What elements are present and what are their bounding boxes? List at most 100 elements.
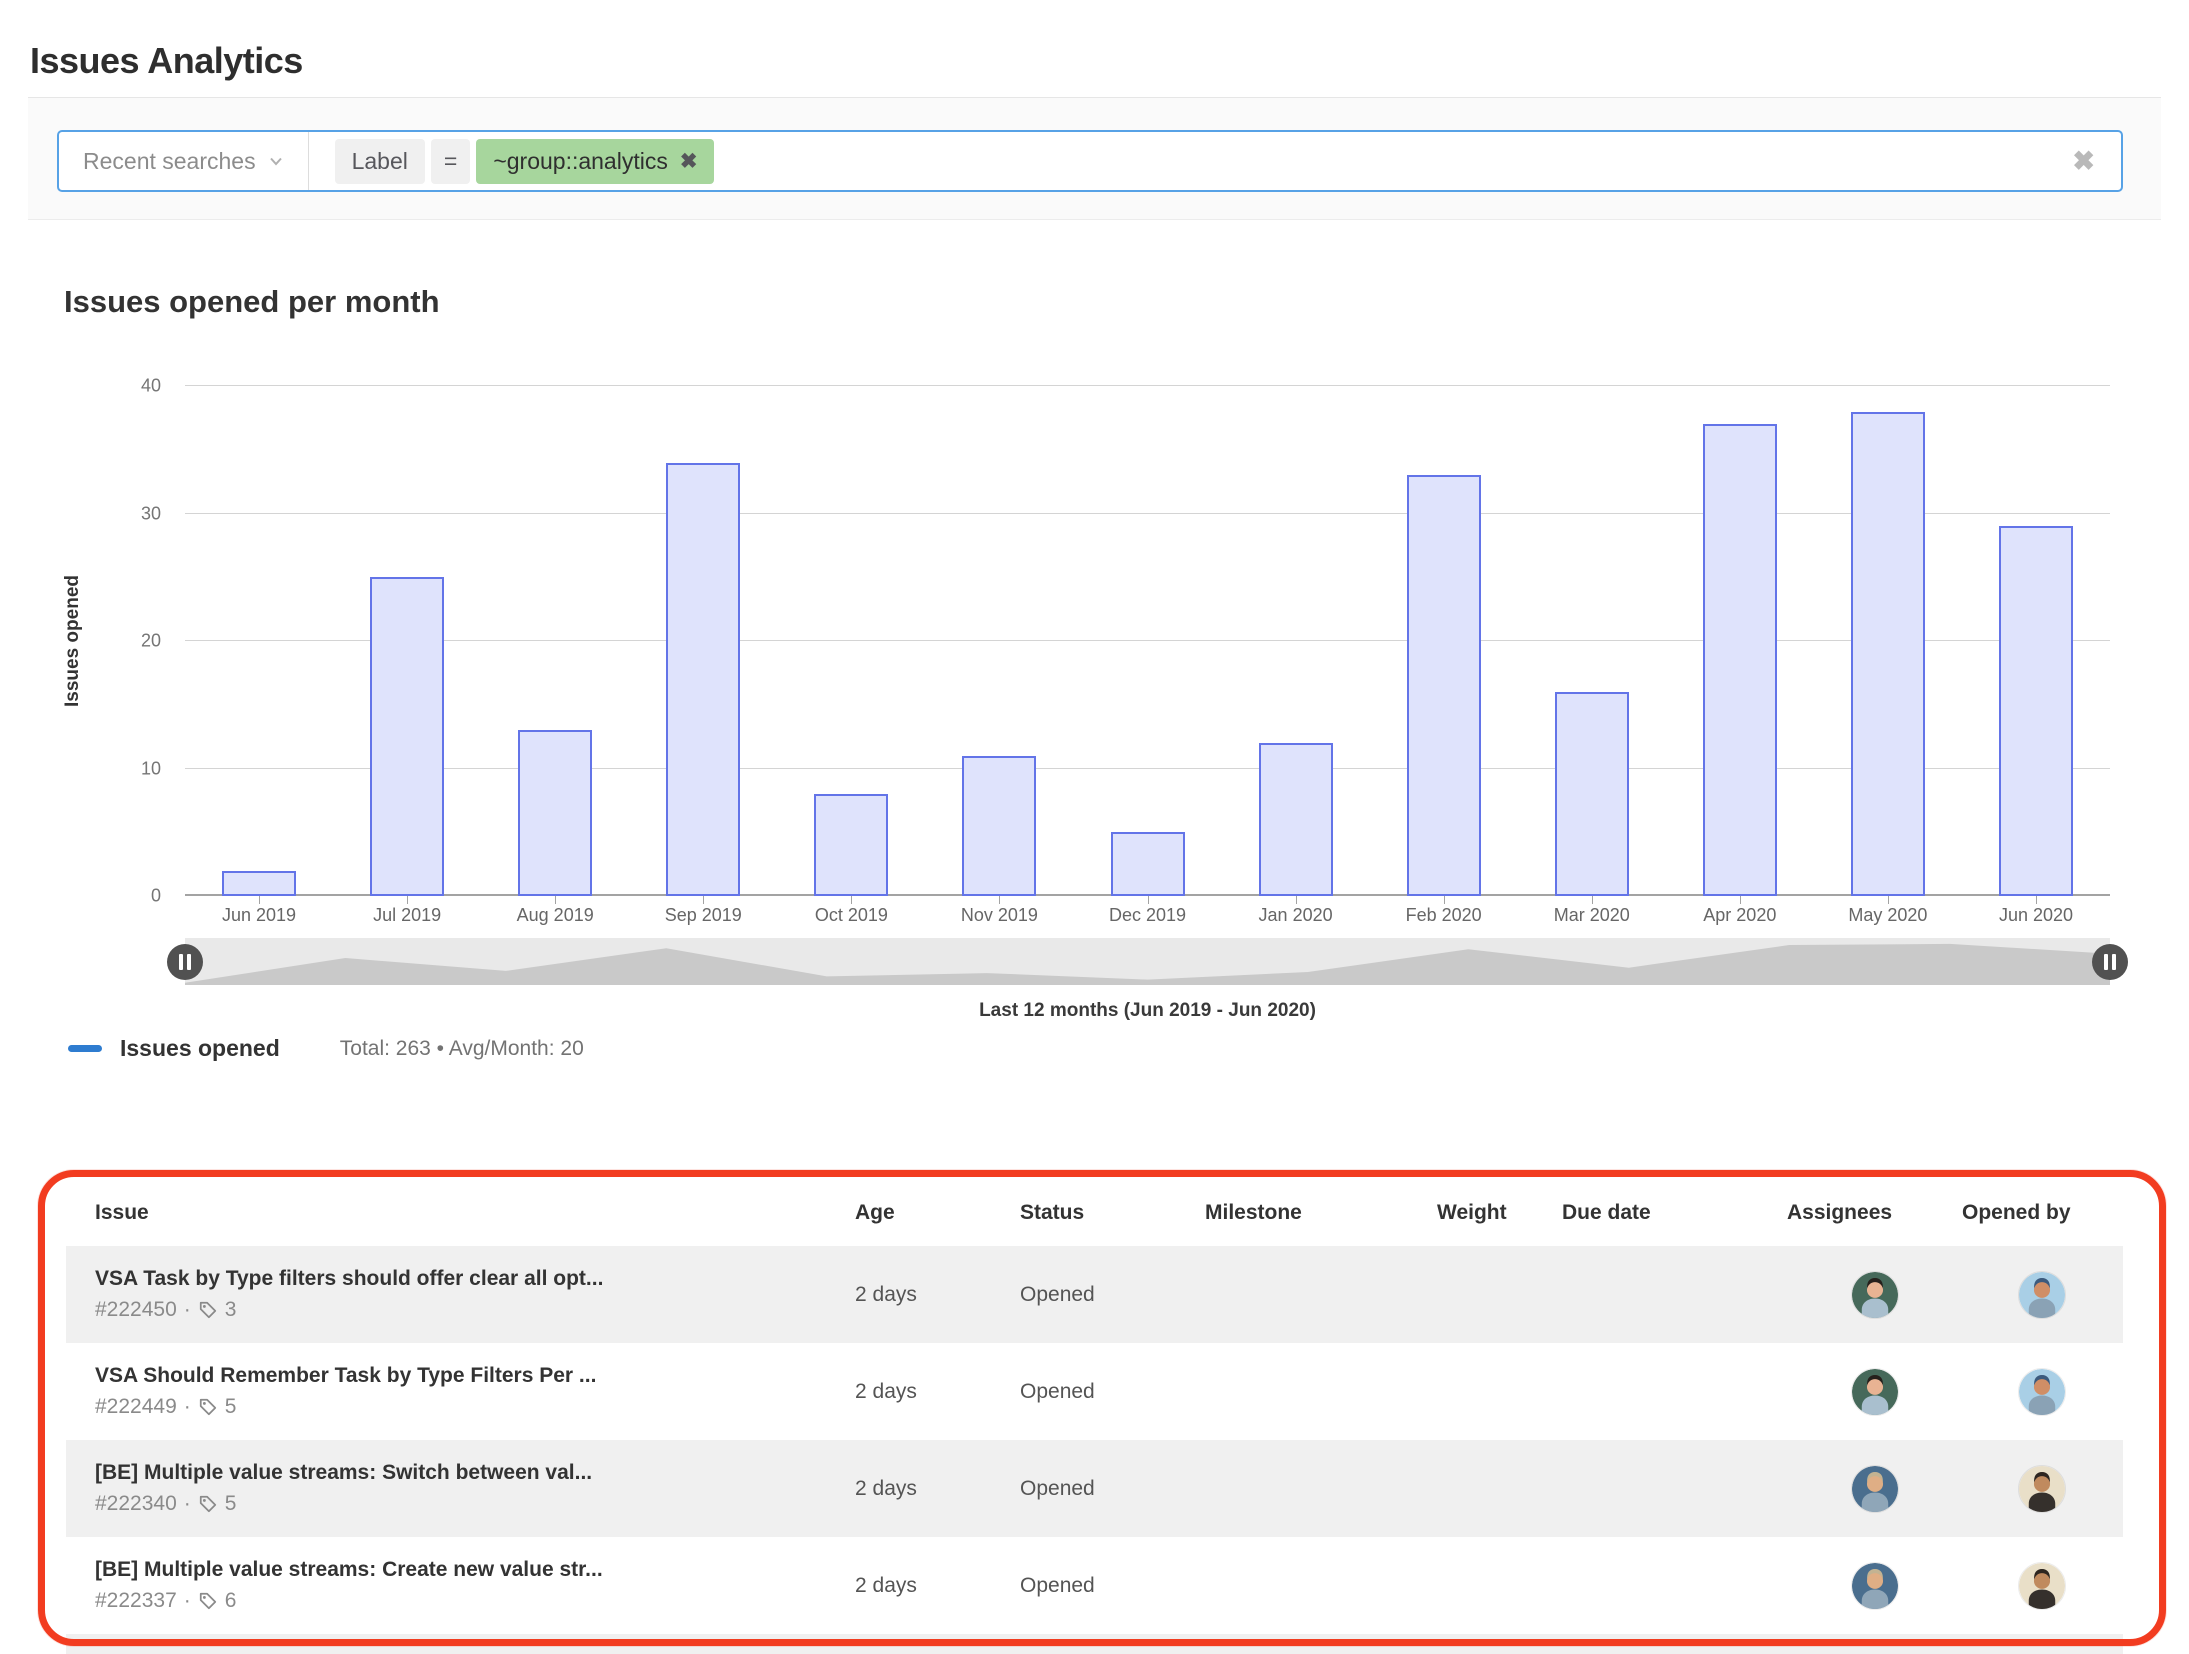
assignee-avatar[interactable]	[1851, 1561, 1899, 1610]
bar-slot	[481, 386, 629, 904]
table-header: Issue Age Status Milestone Weight Due da…	[66, 1180, 2123, 1246]
legend-summary: Total: 263 • Avg/Month: 20	[339, 1036, 584, 1060]
x-tick-label: Jul 2019	[373, 905, 442, 925]
col-status: Status	[1020, 1201, 1085, 1224]
col-opened-by: Opened by	[1962, 1201, 2071, 1224]
bar-oct-2019[interactable]	[814, 794, 889, 896]
x-axis-labels: Jun 2019 Jul 2019 Aug 2019 Sep 2019 Oct 2019…	[185, 905, 2110, 926]
filtered-search-bar[interactable]: Recent searches Label = ~group::analytic…	[57, 130, 2123, 192]
label-tag-icon	[199, 1301, 216, 1319]
issue-title-link[interactable]: [BE] Multiple value streams: Create new …	[95, 1558, 826, 1582]
assignee-avatar[interactable]	[1851, 1464, 1899, 1513]
remove-token-icon[interactable]: ✖	[680, 149, 698, 174]
x-tick-label: Jun 2019	[222, 905, 297, 925]
x-tick	[1295, 896, 1297, 904]
issue-meta: #222450 · 3	[95, 1298, 826, 1322]
meta-separator: ·	[183, 1298, 191, 1321]
col-due-date: Due date	[1562, 1201, 1651, 1224]
slider-right-handle[interactable]	[2092, 943, 2128, 980]
bars-container	[185, 386, 2110, 904]
bar-jun-2020[interactable]	[1998, 526, 2073, 896]
x-tick	[407, 896, 409, 904]
label-count: 3	[224, 1298, 237, 1321]
bar-apr-2020[interactable]	[1702, 424, 1777, 896]
x-tick-label: Apr 2020	[1703, 905, 1777, 925]
col-age: Age	[855, 1201, 895, 1224]
x-tick-label: Nov 2019	[960, 905, 1038, 925]
opened-by-avatar[interactable]	[2018, 1561, 2066, 1610]
x-tick	[1887, 896, 1889, 904]
slider-left-handle[interactable]	[167, 943, 203, 980]
table-row: [BE] Multiple value streams: Switch betw…	[66, 1440, 2123, 1537]
meta-separator: ·	[183, 1589, 191, 1612]
y-tick-label: 40	[140, 375, 161, 396]
table-row: [BE] Multiple value streams: Create new …	[66, 1537, 2123, 1634]
x-tick	[1591, 896, 1593, 904]
label-count: 5	[224, 1492, 237, 1515]
bar-slot	[1962, 386, 2110, 904]
bar-feb-2020[interactable]	[1406, 475, 1481, 896]
chart-plot: 0 10 20 30 40	[141, 376, 2110, 906]
recent-searches-dropdown[interactable]: Recent searches	[59, 132, 308, 190]
filter-token-field[interactable]: Label	[334, 138, 425, 184]
x-tick-label: Mar 2020	[1553, 905, 1630, 925]
opened-by-avatar[interactable]	[2018, 1270, 2066, 1319]
bar-jun-2019[interactable]	[222, 870, 297, 896]
x-tick	[703, 896, 705, 904]
x-tick-label: Jan 2020	[1258, 905, 1333, 925]
bar-dec-2019[interactable]	[1110, 832, 1185, 896]
issue-meta: #222340 · 5	[95, 1492, 826, 1516]
issue-status: Opened	[1020, 1476, 1095, 1500]
bar-nov-2019[interactable]	[962, 755, 1037, 896]
bar-sep-2019[interactable]	[666, 462, 741, 896]
bar-aug-2019[interactable]	[518, 730, 593, 896]
y-tick-label: 10	[140, 758, 161, 778]
col-issue: Issue	[95, 1201, 149, 1224]
bar-may-2020[interactable]	[1850, 411, 1925, 896]
meta-separator: ·	[183, 1492, 191, 1515]
assignee-avatar[interactable]	[1851, 1270, 1899, 1319]
assignee-avatar[interactable]	[1851, 1367, 1899, 1416]
issue-meta: #222337 · 6	[95, 1589, 826, 1613]
opened-by-avatar[interactable]	[2018, 1367, 2066, 1416]
bar-mar-2020[interactable]	[1554, 692, 1629, 896]
issues-table: Issue Age Status Milestone Weight Due da…	[66, 1180, 2123, 1654]
slider-area-silhouette	[185, 943, 2110, 985]
clear-search-icon[interactable]: ✖	[2072, 146, 2121, 177]
filter-token-value[interactable]: ~group::analytics ✖	[476, 138, 715, 184]
label-count: 6	[224, 1589, 237, 1612]
issue-title-link[interactable]: VSA Should Remember Task by Type Filters…	[95, 1364, 826, 1388]
bar-slot	[1666, 386, 1814, 904]
y-axis-title: Issues opened	[62, 575, 83, 707]
x-tick	[555, 896, 557, 904]
meta-separator: ·	[183, 1395, 191, 1418]
issue-status: Opened	[1020, 1282, 1095, 1306]
chart-range-slider[interactable]	[167, 938, 2128, 985]
x-tick	[1739, 896, 1741, 904]
label-count: 5	[224, 1395, 237, 1418]
chart-title: Issues opened per month	[64, 283, 440, 319]
bar-slot	[1222, 386, 1370, 904]
chevron-down-icon	[269, 157, 282, 166]
filter-token-value-text: ~group::analytics	[493, 147, 668, 174]
bar-jul-2019[interactable]	[370, 577, 445, 896]
opened-by-avatar[interactable]	[2018, 1464, 2066, 1513]
filter-tokens: Label = ~group::analytics ✖	[334, 138, 715, 184]
y-tick-label: 20	[140, 630, 161, 651]
bar-slot	[1073, 386, 1221, 904]
legend-series-label[interactable]: Issues opened	[120, 1035, 280, 1062]
search-divider	[307, 132, 309, 190]
col-weight: Weight	[1437, 1201, 1507, 1224]
y-tick-label: 30	[140, 503, 161, 523]
filter-panel: Recent searches Label = ~group::analytic…	[28, 97, 2161, 220]
table-row: VSA Task by Type filters should offer cl…	[66, 1246, 2123, 1343]
issue-status: Opened	[1020, 1573, 1095, 1597]
issue-title-link[interactable]: VSA Task by Type filters should offer cl…	[95, 1267, 826, 1291]
bar-jan-2020[interactable]	[1258, 743, 1333, 896]
filter-token-operator[interactable]: =	[430, 138, 471, 184]
x-tick-label: Oct 2019	[814, 905, 888, 925]
issue-age: 2 days	[855, 1379, 917, 1403]
page-title: Issues Analytics	[30, 40, 303, 82]
issue-title-link[interactable]: [BE] Multiple value streams: Switch betw…	[95, 1461, 826, 1485]
bar-slot	[333, 386, 481, 904]
